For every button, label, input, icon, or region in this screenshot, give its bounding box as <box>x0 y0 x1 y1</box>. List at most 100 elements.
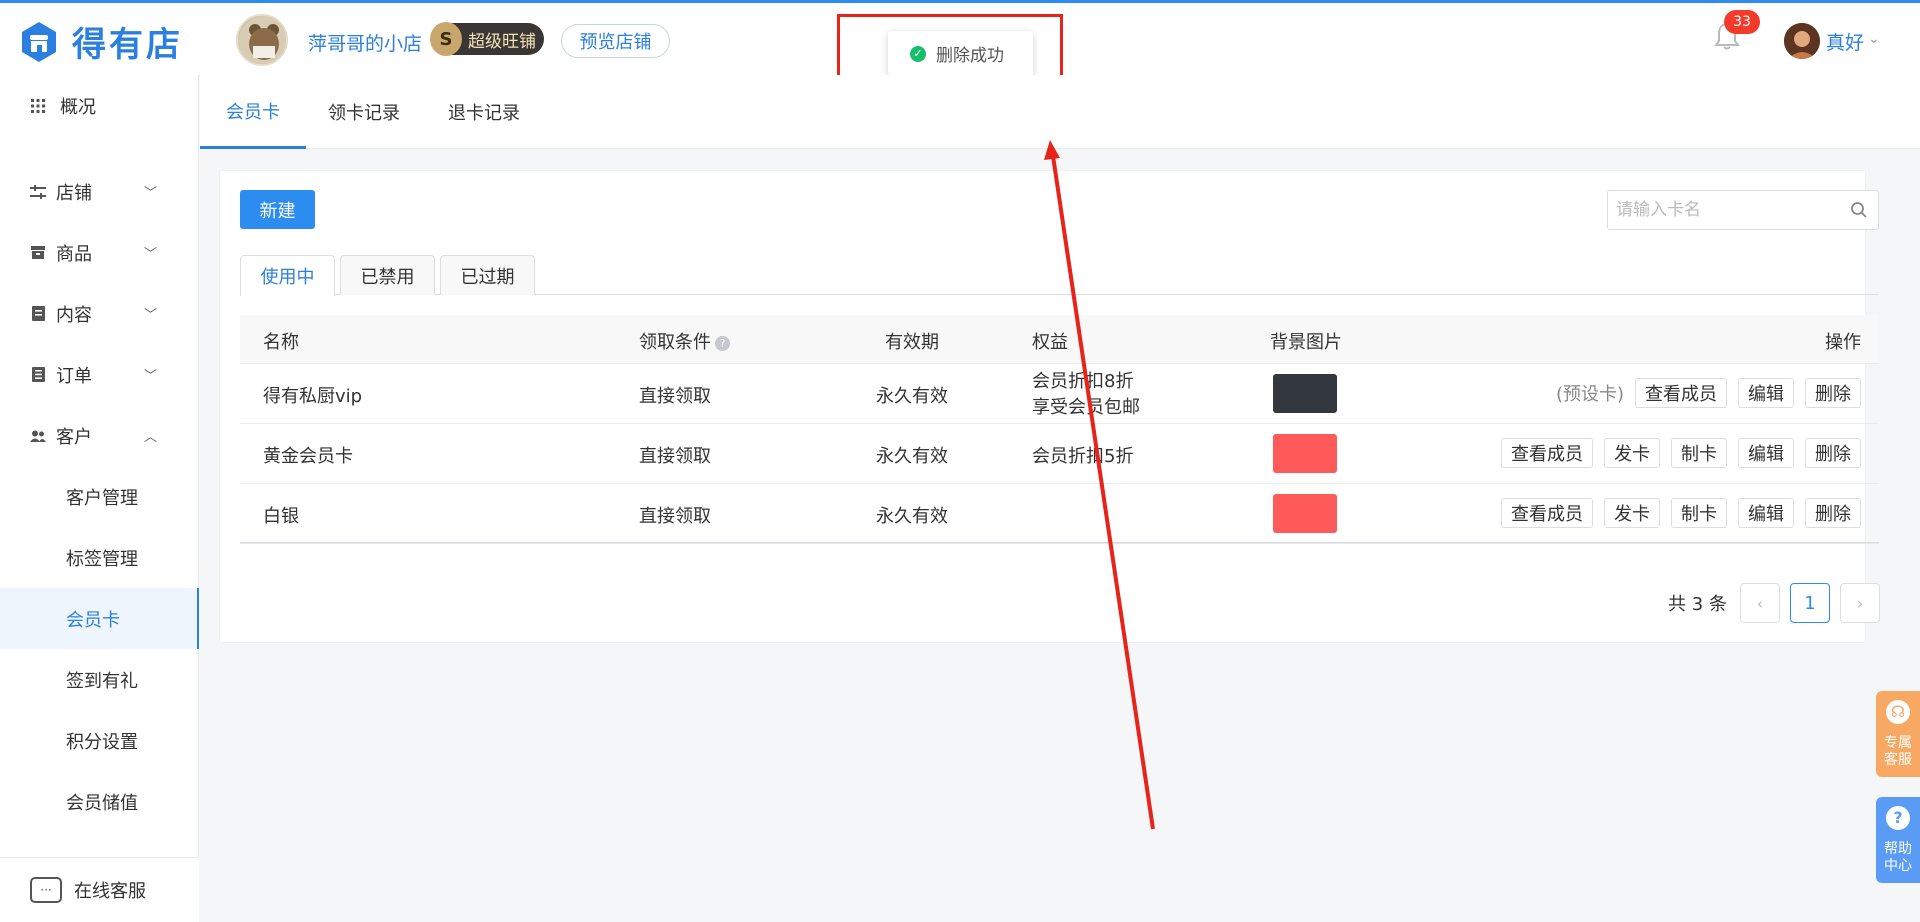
new-card-button[interactable]: 新建 <box>240 190 315 229</box>
row-actions: 查看成员 发卡 制卡 编辑 删除 <box>1501 438 1861 468</box>
chevron-left-icon: ‹ <box>1756 593 1764 613</box>
service-label-line: 专属 <box>1884 735 1912 751</box>
table-row: 白银 直接领取 永久有效 查看成员 发卡 制卡 编辑 删除 <box>240 484 1879 544</box>
help-label-line: 中心 <box>1884 858 1912 874</box>
help-center-button[interactable]: ? 帮助 中心 <box>1876 797 1920 883</box>
cell-name: 白银 <box>263 506 299 527</box>
edit-button[interactable]: 编辑 <box>1738 438 1794 468</box>
issue-card-button[interactable]: 发卡 <box>1604 438 1660 468</box>
box-icon <box>30 245 46 261</box>
sidebar-subitem-member-card[interactable]: 会员卡 <box>0 588 199 649</box>
make-card-button[interactable]: 制卡 <box>1671 438 1727 468</box>
cell-validity: 永久有效 <box>876 446 948 467</box>
table-bottom-border <box>240 542 1879 543</box>
bear-avatar-icon <box>238 16 286 64</box>
tab-disabled[interactable]: 已禁用 <box>340 255 435 295</box>
grid-icon <box>30 98 46 114</box>
cell-name: 得有私厨vip <box>263 386 363 407</box>
header-condition: 领取条件? <box>639 328 730 354</box>
level-label: 超级旺铺 <box>468 31 536 52</box>
chevron-up-icon: ︿ <box>144 430 158 445</box>
sidebar-item-label: 商品 <box>56 243 92 265</box>
sidebar-item-orders[interactable]: 订单 ﹀ <box>0 344 199 405</box>
list-icon <box>30 367 46 383</box>
view-members-button[interactable]: 查看成员 <box>1501 498 1593 528</box>
chevron-right-icon: › <box>1856 593 1864 613</box>
edit-button[interactable]: 编辑 <box>1738 498 1794 528</box>
sidebar-item-label: 概况 <box>60 96 96 118</box>
tab-in-use[interactable]: 使用中 <box>240 255 335 296</box>
dedicated-service-button[interactable]: ☊ 专属 客服 <box>1876 691 1920 777</box>
question-icon[interactable]: ? <box>715 335 730 351</box>
cell-validity: 永久有效 <box>876 386 948 407</box>
sidebar-subitem-member-deposit[interactable]: 会员储值 <box>0 771 199 832</box>
delete-button[interactable]: 删除 <box>1805 498 1861 528</box>
tab-return-records[interactable]: 退卡记录 <box>422 75 546 149</box>
sidebar-item-products[interactable]: 商品 ﹀ <box>0 222 199 283</box>
tab-member-card[interactable]: 会员卡 <box>200 75 306 149</box>
shop-avatar[interactable] <box>236 14 288 66</box>
view-members-button[interactable]: 查看成员 <box>1635 378 1727 408</box>
document-icon <box>30 306 46 322</box>
status-tabs: 使用中 已禁用 已过期 <box>240 255 1879 296</box>
chevron-down-icon: ﹀ <box>144 369 158 384</box>
brand-logo[interactable]: 得有店 <box>20 17 183 66</box>
chevron-down-icon[interactable]: ⌄ <box>1868 31 1880 47</box>
sidebar-item-label: 订单 <box>56 365 92 387</box>
sidebar-subitem-customer-management[interactable]: 客户管理 <box>0 466 199 527</box>
table-header: 名称 领取条件? 有效期 权益 背景图片 操作 <box>240 315 1879 364</box>
sidebar-item-overview[interactable]: 概况 <box>0 75 199 136</box>
search-icon[interactable] <box>1850 201 1868 219</box>
notification-count-badge: 33 <box>1724 10 1760 34</box>
tab-expired[interactable]: 已过期 <box>440 255 535 295</box>
chevron-down-icon: ﹀ <box>144 308 158 323</box>
benefit-line: 会员折扣8折 <box>1032 371 1134 392</box>
cell-name: 黄金会员卡 <box>263 446 353 467</box>
user-avatar[interactable] <box>1784 23 1820 59</box>
cell-condition: 直接领取 <box>639 446 711 467</box>
sidebar-item-shop[interactable]: 店铺 ﹀ <box>0 161 199 222</box>
question-icon: ? <box>1886 806 1910 830</box>
sidebar-item-content[interactable]: 内容 ﹀ <box>0 283 199 344</box>
preview-shop-button[interactable]: 预览店铺 <box>561 24 670 58</box>
user-name[interactable]: 真好 <box>1826 28 1864 55</box>
header-background: 背景图片 <box>1270 332 1342 353</box>
delete-button[interactable]: 删除 <box>1805 378 1861 408</box>
cell-benefits: 会员折扣5折 <box>1032 446 1134 467</box>
sidebar-subitem-tag-management[interactable]: 标签管理 <box>0 527 199 588</box>
sidebar-subitem-checkin-rewards[interactable]: 签到有礼 <box>0 649 199 710</box>
level-letter: S <box>430 22 462 56</box>
sidebar-item-label: 客户 <box>56 426 92 448</box>
search-input[interactable] <box>1616 199 1836 221</box>
sidebar-item-customers[interactable]: 客户 ︿ <box>0 405 199 466</box>
service-label-line: 客服 <box>1884 752 1912 768</box>
users-icon <box>30 428 46 444</box>
shop-level-badge: S 超级旺铺 <box>430 22 544 56</box>
header-benefits: 权益 <box>1032 332 1068 353</box>
top-tabs: 会员卡 领卡记录 退卡记录 <box>200 75 1920 149</box>
delete-button[interactable]: 删除 <box>1805 438 1861 468</box>
row-actions: 查看成员 发卡 制卡 编辑 删除 <box>1501 498 1861 528</box>
page-number-button[interactable]: 1 <box>1790 583 1830 623</box>
view-members-button[interactable]: 查看成员 <box>1501 438 1593 468</box>
table-row: 得有私厨vip 直接领取 永久有效 会员折扣8折 享受会员包邮 (预设卡) 查看成… <box>240 364 1879 424</box>
help-label-line: 帮助 <box>1884 841 1912 857</box>
prev-page-button[interactable]: ‹ <box>1740 583 1780 623</box>
sidebar-item-label: 内容 <box>56 304 92 326</box>
issue-card-button[interactable]: 发卡 <box>1604 498 1660 528</box>
chat-icon: ··· <box>30 877 62 903</box>
cell-validity: 永久有效 <box>876 506 948 527</box>
online-service-label: 在线客服 <box>74 881 146 902</box>
tab-claim-records[interactable]: 领卡记录 <box>302 75 426 149</box>
cell-benefits: 会员折扣8折 享受会员包邮 <box>1032 369 1140 421</box>
sidebar-item-label: 店铺 <box>56 182 92 204</box>
make-card-button[interactable]: 制卡 <box>1671 498 1727 528</box>
online-service-button[interactable]: ··· 在线客服 <box>0 857 199 922</box>
next-page-button[interactable]: › <box>1840 583 1880 623</box>
header-actions: 操作 <box>1825 332 1861 353</box>
edit-button[interactable]: 编辑 <box>1738 378 1794 408</box>
sidebar-subitem-points-settings[interactable]: 积分设置 <box>0 710 199 771</box>
table-row: 黄金会员卡 直接领取 永久有效 会员折扣5折 查看成员 发卡 制卡 编辑 删除 <box>240 424 1879 484</box>
shop-name[interactable]: 萍哥哥的小店 <box>308 29 422 56</box>
header-validity: 有效期 <box>885 332 939 353</box>
